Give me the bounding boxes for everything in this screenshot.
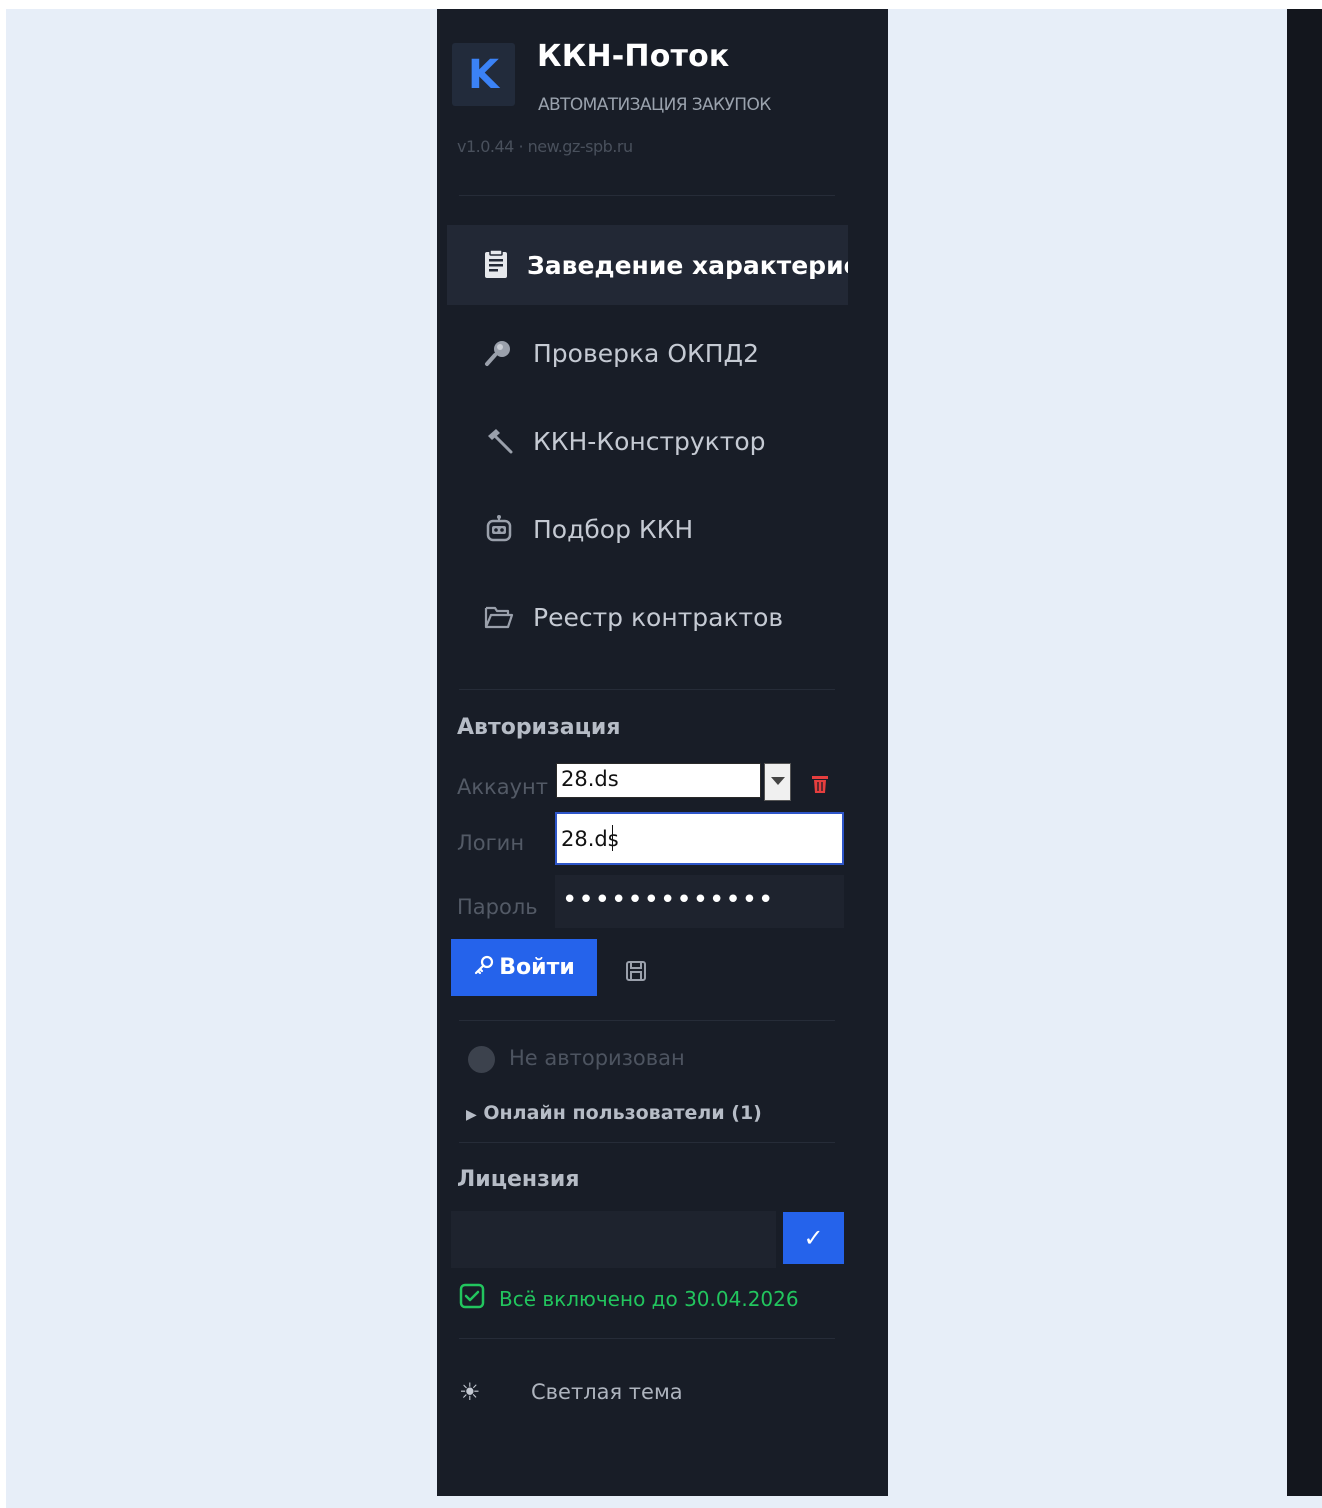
clipboard-icon [483,250,509,280]
divider [459,195,835,196]
login-label: Логин [457,831,525,855]
hammer-icon [483,426,515,456]
login-button-label: Войти [499,955,575,980]
license-key-input[interactable] [451,1211,776,1268]
account-select[interactable]: 28.ds [556,763,761,798]
password-field[interactable]: ••••••••••••• [555,875,844,928]
version-info: v1.0.44 · new.gz-spb.ru [457,137,633,156]
license-status: Всё включено до 30.04.2026 [459,1283,799,1314]
app-title: ККН-Поток [537,39,730,74]
license-status-text: Всё включено до 30.04.2026 [499,1286,799,1311]
trash-icon[interactable] [810,774,830,794]
account-label: Аккаунт [457,775,548,799]
divider [459,1020,835,1021]
online-users-label: Онлайн пользователи (1) [483,1102,762,1124]
chevron-down-icon[interactable] [764,763,791,801]
triangle-right-icon: ▶ [466,1107,477,1123]
nav-item-label: Заведение характеристи [527,250,848,280]
login-value: 28.ds [561,827,619,851]
text-caret [611,825,614,851]
password-label: Пароль [457,895,538,919]
key-icon [473,954,495,982]
nav-item-label: ККН-Конструктор [533,426,766,456]
theme-toggle-label: Светлая тема [531,1380,683,1404]
auth-status: Не авторизован [509,1046,685,1070]
login-button[interactable]: Войти [451,939,597,996]
checkbox-check-icon [459,1283,485,1314]
online-users-toggle[interactable]: ▶ Онлайн пользователи (1) [466,1102,762,1124]
nav-item-characteristics[interactable]: Заведение характеристи [447,225,848,305]
save-icon[interactable] [625,960,647,982]
nav-item-okpd2[interactable]: Проверка ОКПД2 [447,313,848,393]
license-confirm-button[interactable]: ✓ [783,1212,844,1264]
nav-item-constructor[interactable]: ККН-Конструктор [447,401,848,481]
nav-item-label: Проверка ОКПД2 [533,338,759,368]
auth-section-title: Авторизация [457,715,621,740]
nav-item-kkn-selection[interactable]: Подбор ККН [447,489,848,569]
nav-item-label: Подбор ККН [533,514,694,544]
divider [459,1142,835,1143]
nav-item-contracts[interactable]: Реестр контрактов [447,577,848,657]
license-section-title: Лицензия [457,1167,580,1192]
nav-item-label: Реестр контрактов [533,602,784,632]
robot-icon [483,514,515,544]
sun-icon: ☀ [459,1378,481,1406]
app-subtitle: АВТОМАТИЗАЦИЯ ЗАКУПОК [538,95,771,115]
folder-icon [483,603,515,631]
magnifier-icon [483,338,515,368]
light-theme-toggle[interactable]: ☀ Светлая тема [459,1372,839,1412]
logo-letter: K [468,51,499,98]
sidebar-edge [1287,9,1322,1496]
sidebar: K ККН-Поток АВТОМАТИЗАЦИЯ ЗАКУПОК v1.0.4… [437,9,1322,1496]
divider [459,1338,835,1339]
login-field[interactable]: 28.ds [555,812,844,865]
app-logo: K [452,43,515,106]
status-indicator [468,1046,495,1073]
divider [459,689,835,690]
